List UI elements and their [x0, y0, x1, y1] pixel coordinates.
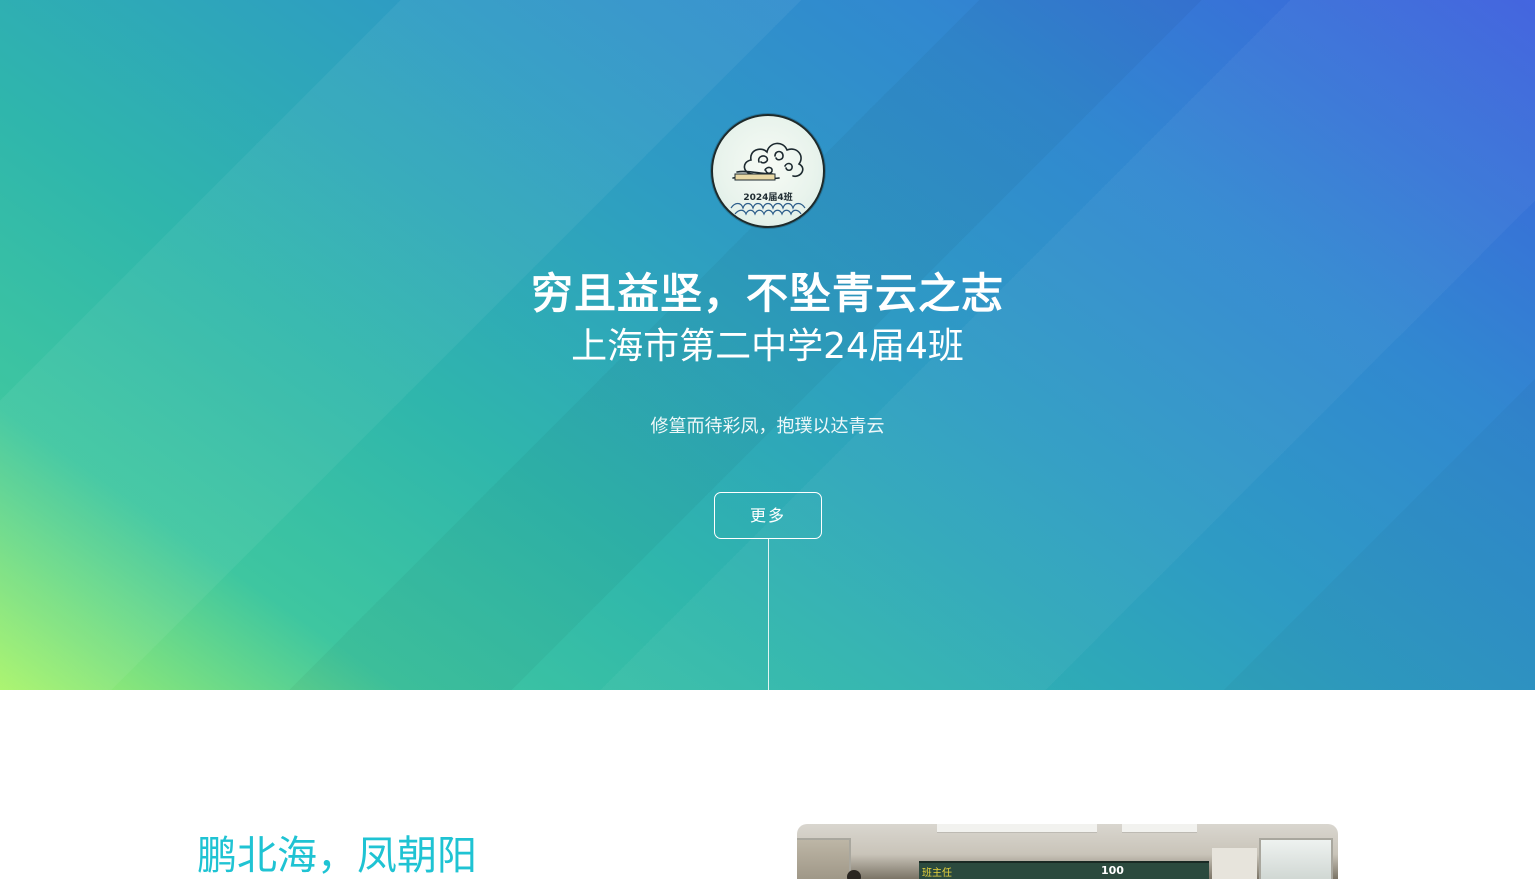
photo-window-right: [1259, 838, 1333, 879]
photo-cabinet: [1212, 848, 1257, 879]
section-heading: 鹏北海，凤朝阳: [197, 833, 477, 879]
more-button[interactable]: 更多: [714, 492, 822, 539]
hero-section: 2024届4班 穷且益坚，不坠青云之志 上海市第二中学24届4班 修篁而待彩凤，…: [0, 0, 1535, 690]
logo-badge-text: 2024届4班: [743, 193, 793, 203]
more-connector-line: [768, 539, 769, 690]
photo-board-number: 100: [1101, 864, 1124, 877]
photo-air-conditioner: [937, 824, 1097, 833]
photo-window-left: [797, 838, 851, 879]
photo-air-conditioner-2: [1122, 824, 1197, 833]
hero-motto: 修篁而待彩凤，抱璞以达青云: [650, 416, 885, 437]
class-photo: 班主任 100: [797, 824, 1338, 879]
photo-board-text: 班主任: [922, 868, 952, 879]
class-logo: 2024届4班: [711, 114, 825, 228]
auspicious-cloud-icon: [730, 142, 806, 216]
hero-title: 穷且益坚，不坠青云之志: [530, 269, 1004, 318]
hero-subtitle: 上海市第二中学24届4班: [571, 326, 964, 367]
photo-blackboard: 班主任 100: [919, 861, 1209, 879]
photo-person: [847, 870, 861, 879]
